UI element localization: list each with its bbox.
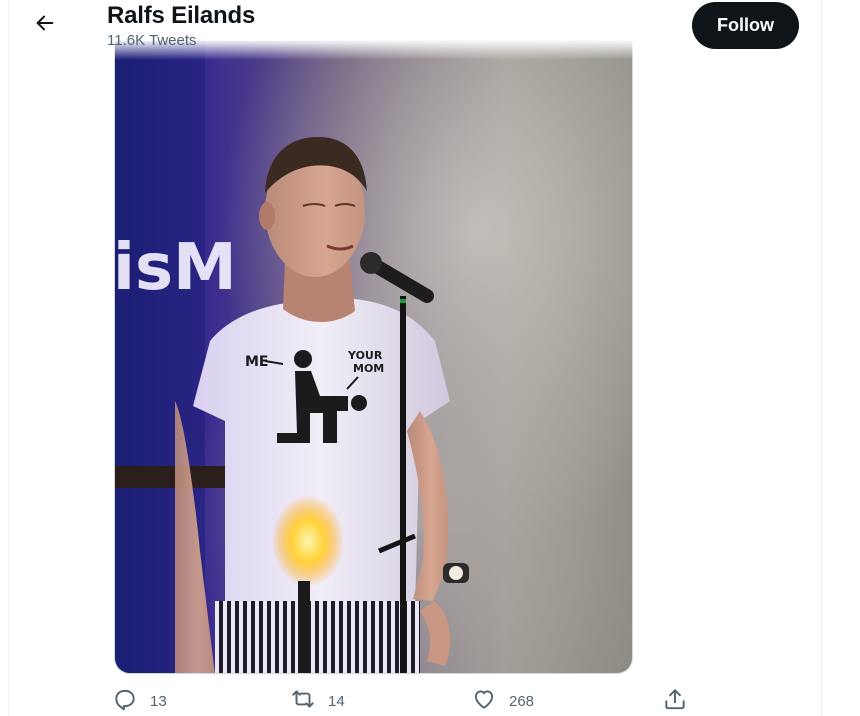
heart-icon <box>471 686 497 716</box>
share-button[interactable] <box>662 686 688 716</box>
tweet-count: 11.6K Tweets <box>107 32 197 49</box>
reply-button[interactable]: 13 <box>112 686 167 716</box>
retweet-arrows-icon <box>290 686 316 716</box>
speech-bubble-icon <box>112 686 138 716</box>
profile-header: Ralfs Eilands 11.6K Tweets Follow <box>0 0 860 60</box>
follow-button[interactable]: Follow <box>692 2 799 49</box>
like-button[interactable]: 268 <box>471 686 534 716</box>
striped-trousers <box>215 601 420 673</box>
profile-name: Ralfs Eilands <box>107 2 256 29</box>
back-button[interactable] <box>26 6 64 44</box>
profile-title-block: Ralfs Eilands 11.6K Tweets <box>107 2 255 51</box>
tweet-action-bar: 13 14 268 <box>0 686 860 716</box>
reply-count: 13 <box>150 692 167 710</box>
share-upload-icon <box>662 686 688 716</box>
stage-photo: isM n <box>115 41 632 673</box>
arrow-left-icon <box>34 12 56 39</box>
like-count: 268 <box>509 692 535 710</box>
tweet-photo[interactable]: isM n <box>114 40 633 674</box>
stage-light-glow <box>272 495 344 587</box>
neon-sign-text: isM <box>115 231 237 305</box>
page: isM n <box>0 0 860 716</box>
retweet-count: 14 <box>328 692 345 710</box>
svg-text:YOUR: YOUR <box>347 349 383 362</box>
retweet-button[interactable]: 14 <box>290 686 345 716</box>
svg-text:MOM: MOM <box>353 362 384 375</box>
